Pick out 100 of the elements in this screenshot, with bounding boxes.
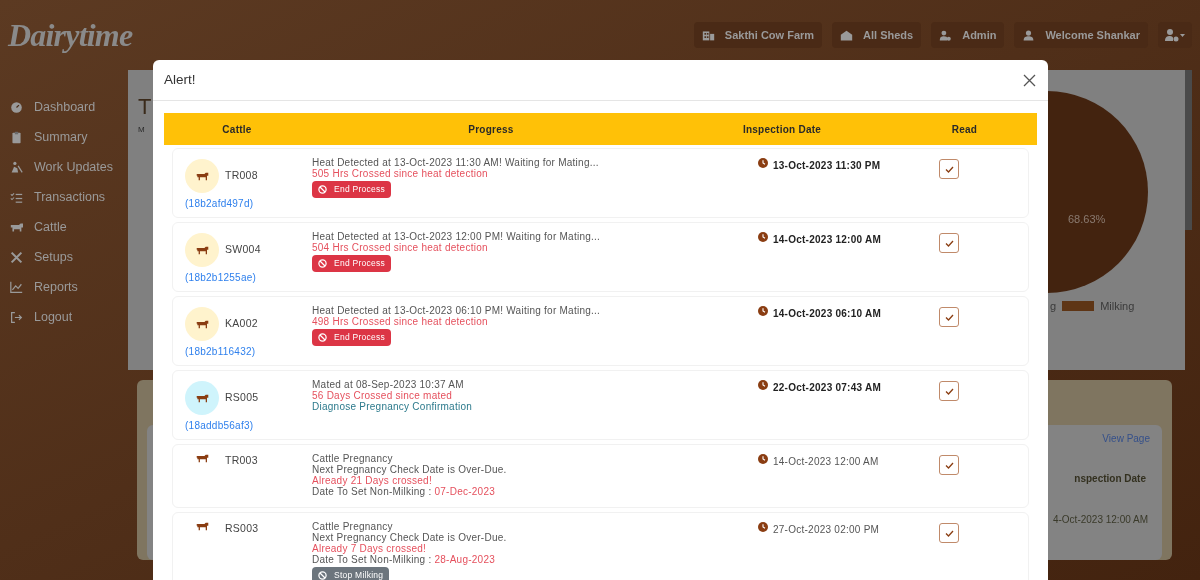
nav-item[interactable]: Welcome Shankar — [1014, 22, 1148, 48]
action-button[interactable]: End Process — [312, 329, 391, 346]
read-checkbox[interactable] — [939, 159, 959, 179]
progress-text: 56 Days Crossed since mated — [312, 390, 454, 401]
cow-icon — [195, 319, 209, 329]
cattle-id: SW004 — [225, 242, 261, 258]
progress-text: Heat Detected at 13-Oct-2023 06:10 PM! Waiting for Mating... — [312, 305, 602, 316]
action-button[interactable]: End Process — [312, 181, 391, 198]
column-header: Progress — [467, 122, 515, 137]
inspection-date: 22-Oct-2023 07:43 AM — [773, 381, 881, 395]
view-page-link[interactable]: View Page — [1102, 431, 1150, 446]
clock-icon — [758, 158, 768, 168]
read-checkbox[interactable] — [939, 233, 959, 253]
worker-icon — [10, 160, 23, 174]
check-icon — [944, 165, 954, 173]
cattle-id: TR003 — [225, 453, 258, 468]
gauge-icon — [10, 100, 23, 114]
nav-item[interactable]: All Sheds — [832, 22, 922, 48]
cattle-code-link[interactable]: (18b2afd497d) — [185, 196, 311, 211]
progress-text: Heat Detected at 13-Oct-2023 11:30 AM! Waiting for Mating... — [312, 157, 600, 168]
column-header: Inspection Date — [741, 122, 823, 137]
progress-text: Date To Set Non-Milking : 28-Aug-2023 — [312, 554, 497, 565]
inspection-date: 13-Oct-2023 11:30 PM — [773, 159, 881, 173]
check-icon — [944, 461, 954, 469]
cattle-code-link[interactable]: (18addb56af3) — [185, 418, 311, 433]
cattle-id: RS005 — [225, 390, 259, 406]
cattle-id: TR008 — [225, 168, 258, 184]
column-header: Cattle — [221, 122, 253, 137]
ban-icon — [318, 259, 327, 268]
sidebar-item[interactable]: Logout — [10, 306, 128, 328]
cow-icon — [195, 454, 209, 463]
progress-text: 504 Hrs Crossed since heat detection — [312, 242, 489, 253]
action-button[interactable]: Stop Milking — [312, 567, 390, 580]
inspection-date: 14-Oct-2023 12:00 AM — [773, 455, 879, 469]
cattle-code-link[interactable]: (18b2b116432) — [185, 344, 311, 359]
list-icon — [10, 190, 23, 204]
progress-text: Cattle Pregnancy — [312, 521, 394, 532]
read-checkbox[interactable] — [939, 307, 959, 327]
sidebar-item[interactable]: Setups — [10, 246, 128, 268]
sidebar-item[interactable]: Summary — [10, 126, 128, 148]
column-header: nspection Date — [1074, 472, 1146, 486]
cattle-code-link[interactable]: (18b2b1255ae) — [185, 270, 311, 285]
read-checkbox[interactable] — [939, 455, 959, 475]
read-checkbox[interactable] — [939, 523, 959, 543]
ban-icon — [318, 571, 327, 580]
user-icon — [1022, 28, 1036, 42]
ban-icon — [318, 333, 327, 342]
progress-text: Mated at 08-Sep-2023 10:37 AM — [312, 379, 465, 390]
cattle-id: RS003 — [225, 521, 259, 536]
progress-text: Next Pregnancy Check Date is Over-Due. — [312, 464, 508, 475]
sidebar-item[interactable]: Transactions — [10, 186, 128, 208]
dialog-title: Alert! — [164, 70, 196, 89]
clock-icon — [758, 522, 768, 532]
barn-icon — [840, 28, 854, 42]
clock-icon — [758, 454, 768, 464]
clock-icon — [758, 380, 768, 390]
sidebar-item[interactable]: Cattle — [10, 216, 128, 238]
progress-text: Already 21 Days crossed! — [312, 475, 433, 486]
card-title: T — [138, 96, 153, 118]
cow-icon — [195, 245, 209, 255]
legend-swatch — [1062, 301, 1095, 312]
nav-item[interactable]: Sakthi Cow Farm — [693, 22, 823, 48]
close-button[interactable] — [1021, 72, 1037, 88]
sidebar-item[interactable]: Reports — [10, 276, 128, 298]
progress-text: Already 7 Days crossed! — [312, 543, 428, 554]
building-icon — [701, 28, 715, 42]
check-icon — [944, 313, 954, 321]
column-header: Read — [950, 122, 979, 137]
scrollbar[interactable] — [1185, 70, 1192, 230]
progress-text: Next Pregnancy Check Date is Over-Due. — [312, 532, 508, 543]
ban-icon — [318, 185, 327, 194]
inspection-date: 14-Oct-2023 12:00 AM — [773, 233, 881, 247]
action-button[interactable]: End Process — [312, 255, 391, 272]
inspection-date: 14-Oct-2023 06:10 AM — [773, 307, 881, 321]
sidebar-item[interactable]: Work Updates — [10, 156, 128, 178]
card-subtitle: M — [138, 124, 145, 136]
cattle-id: KA002 — [225, 316, 258, 332]
table-cell-text: 4-Oct-2023 12:00 AM — [1052, 513, 1148, 527]
progress-text: Date To Set Non-Milking : 07-Dec-2023 — [312, 486, 497, 497]
inspection-date: 27-Oct-2023 02:00 PM — [773, 523, 880, 537]
check-icon — [944, 529, 954, 537]
legend-label: Milking — [1100, 299, 1135, 314]
logo: Dairytime — [8, 16, 133, 55]
logout-icon — [10, 310, 23, 324]
chart-percentage: 68.63% — [1068, 212, 1106, 227]
progress-text: Heat Detected at 13-Oct-2023 12:00 PM! Waiting for Mating... — [312, 231, 602, 242]
cow-icon — [195, 393, 209, 403]
cow-icon — [195, 171, 209, 181]
user-gear-icon — [939, 28, 953, 42]
progress-text: Cattle Pregnancy — [312, 453, 394, 464]
progress-text: Diagnose Pregnancy Confirmation — [312, 401, 474, 412]
clipboard-icon — [10, 130, 23, 144]
cow-icon — [10, 220, 23, 234]
sidebar-item[interactable]: Dashboard — [10, 96, 128, 118]
line-chart-icon — [10, 280, 23, 294]
check-icon — [944, 387, 954, 395]
user-menu-button[interactable] — [1158, 22, 1192, 48]
clock-icon — [758, 306, 768, 316]
nav-item[interactable]: Admin — [931, 22, 1005, 48]
read-checkbox[interactable] — [939, 381, 959, 401]
